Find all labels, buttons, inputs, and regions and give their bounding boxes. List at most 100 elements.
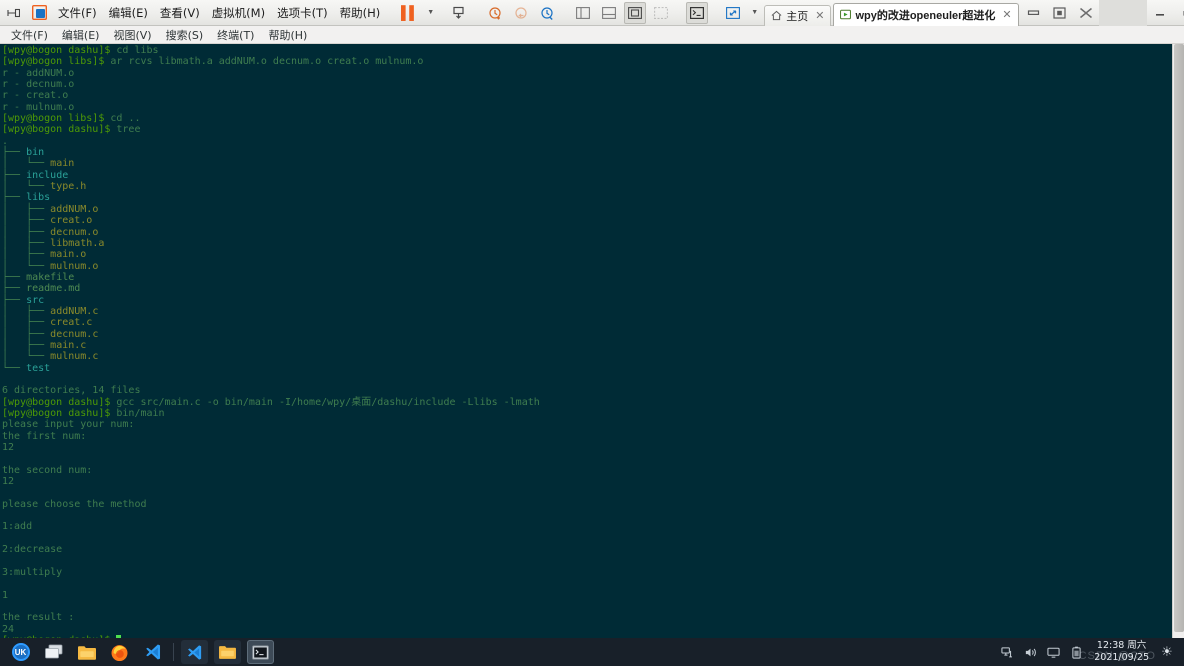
terminal-line: 12 <box>2 442 1172 453</box>
terminal-output-text: 6 directories, 14 files <box>2 385 141 397</box>
guest-menu-file[interactable]: 文件(F) <box>4 26 55 44</box>
tab-label: wpy的改进openeuler超进化 <box>855 9 996 22</box>
file-manager-button[interactable] <box>73 640 100 664</box>
send-key-icon[interactable] <box>2 2 24 24</box>
vm-library-icon[interactable] <box>28 2 50 24</box>
tree-branch: │ ├── <box>2 203 51 215</box>
tab-vm-openeuler[interactable]: wpy的改进openeuler超进化 ✕ <box>833 2 1019 26</box>
vmware-menu-edit[interactable]: 编辑(E) <box>103 3 154 23</box>
chevron-down-icon[interactable]: ▼ <box>748 2 758 24</box>
tree-entry-file: creat.o <box>50 215 93 227</box>
revert-snapshot-icon[interactable] <box>484 2 506 24</box>
terminal-line: the second num: <box>2 465 1172 476</box>
terminal-scrollbar[interactable] <box>1172 44 1184 638</box>
terminal-window: [wpy@bogon dashu]$ cd libs [wpy@bogon lib… <box>0 44 1184 638</box>
tree-entry-dir: test <box>26 362 51 374</box>
terminal-line: r - addNUM.o <box>2 68 1172 79</box>
taskbar-files-window[interactable] <box>214 640 241 664</box>
terminal-output-text: the second num: <box>2 464 93 476</box>
folder-icon <box>219 646 236 659</box>
terminal-output-text: 12 <box>2 442 15 454</box>
guest-menu-edit[interactable]: 编辑(E) <box>55 26 107 44</box>
guest-menu-search[interactable]: 搜索(S) <box>159 26 211 44</box>
firefox-button[interactable] <box>106 640 133 664</box>
terminal-line: ├── libs <box>2 192 1172 203</box>
minimize-icon[interactable] <box>1147 0 1173 26</box>
menu-label: 帮助(H) <box>339 5 381 20</box>
terminal-line: [wpy@bogon libs]$ ar rcvs libmath.a addN… <box>2 56 1172 67</box>
close-icon[interactable]: ✕ <box>815 9 824 22</box>
show-library-panel-icon[interactable] <box>572 2 594 24</box>
sun-icon[interactable]: ☀ <box>1160 644 1174 659</box>
snapshot-manager-icon[interactable] <box>536 2 558 24</box>
terminal-command: gcc src/main.c -o bin/main -I/home/wpy/桌… <box>110 396 540 408</box>
tree-entry-file: libmath.a <box>50 237 105 249</box>
taskbar-clock[interactable]: 12:38 周六 2021/09/25 <box>1092 640 1151 664</box>
taskbar-terminal-window[interactable] <box>247 640 274 664</box>
guest-menu-label: 文件(F) <box>11 28 48 42</box>
tree-entry-file: addNUM.o <box>50 203 99 215</box>
terminal-output[interactable]: [wpy@bogon dashu]$ cd libs [wpy@bogon lib… <box>0 44 1172 638</box>
terminal-command: cd libs <box>110 45 159 56</box>
pause-icon[interactable]: ▌▌ <box>398 2 420 24</box>
terminal-output-text <box>2 555 8 566</box>
system-tray: 12:38 周六 2021/09/25 ☀ <box>1000 640 1180 664</box>
close-icon[interactable]: ✕ <box>1002 8 1011 21</box>
terminal-prompt: [wpy@bogon libs]$ <box>2 56 105 68</box>
firefox-icon <box>111 644 128 661</box>
window-controls-group <box>1021 0 1184 26</box>
terminal-line: please choose the method <box>2 499 1172 510</box>
vmware-menu-help[interactable]: 帮助(H) <box>334 3 387 23</box>
taskbar-vscode-window[interactable] <box>181 640 208 664</box>
maximize-guest-icon[interactable] <box>1047 0 1073 26</box>
stretch-guest-icon[interactable] <box>722 2 744 24</box>
battery-icon[interactable] <box>1069 645 1083 659</box>
vmware-menu-file[interactable]: 文件(F) <box>52 3 103 23</box>
guest-menu-label: 帮助(H) <box>268 28 308 42</box>
start-menu-button[interactable]: UK <box>7 640 34 664</box>
tree-branch: ├── <box>2 271 27 283</box>
tree-branch: └── <box>2 362 27 374</box>
vmware-menu-tabs[interactable]: 选项卡(T) <box>271 3 334 23</box>
terminal-line: └── test <box>2 363 1172 374</box>
maximize-icon[interactable] <box>1173 0 1184 26</box>
full-screen-icon[interactable] <box>624 1 647 24</box>
vmware-menu-vm[interactable]: 虚拟机(M) <box>206 3 271 23</box>
tab-home[interactable]: 主页 ✕ <box>764 4 832 26</box>
terminal-line: │ ├── main.c <box>2 340 1172 351</box>
close-guest-icon[interactable] <box>1073 0 1099 26</box>
guest-menu-terminal[interactable]: 终端(T) <box>210 26 261 44</box>
console-view-icon[interactable] <box>686 1 709 24</box>
show-thumbnail-bar-icon[interactable] <box>598 2 620 24</box>
chevron-down-icon[interactable]: ▼ <box>424 2 434 24</box>
tree-entry-dir: include <box>26 169 69 181</box>
terminal-line: │ ├── addNUM.o <box>2 204 1172 215</box>
tree-entry-file: decnum.c <box>50 328 99 340</box>
terminal-output-text: r - mulnum.o <box>2 101 75 113</box>
tree-entry-plain: readme.md <box>26 283 81 295</box>
terminal-line <box>2 555 1172 566</box>
volume-icon[interactable] <box>1023 645 1037 659</box>
scrollbar-thumb[interactable] <box>1174 44 1184 632</box>
unity-mode-icon <box>650 2 672 24</box>
tree-branch: │ ├── <box>2 339 51 351</box>
tree-entry-file: mulnum.c <box>50 351 99 363</box>
vmware-menu-view[interactable]: 查看(V) <box>154 3 206 23</box>
windows-stack-icon <box>44 644 62 659</box>
tree-entry-dir: src <box>26 294 45 306</box>
terminal-line: │ ├── libmath.a <box>2 238 1172 249</box>
terminal-output-text: r - addNUM.o <box>2 67 75 79</box>
vscode-button[interactable] <box>139 640 166 664</box>
guest-menu-label: 视图(V) <box>113 28 152 42</box>
terminal-output-text <box>2 578 8 589</box>
terminal-prompt: [wpy@bogon dashu]$ <box>2 124 111 136</box>
snapshot-icon[interactable] <box>448 2 470 24</box>
guest-menu-help[interactable]: 帮助(H) <box>261 26 314 44</box>
terminal-line: ├── bin <box>2 147 1172 158</box>
tree-branch: │ ├── <box>2 249 51 261</box>
minimize-guest-icon[interactable] <box>1021 0 1047 26</box>
show-desktop-button[interactable] <box>40 640 67 664</box>
display-icon[interactable] <box>1046 645 1060 659</box>
network-icon[interactable] <box>1000 645 1014 659</box>
guest-menu-view[interactable]: 视图(V) <box>106 26 158 44</box>
